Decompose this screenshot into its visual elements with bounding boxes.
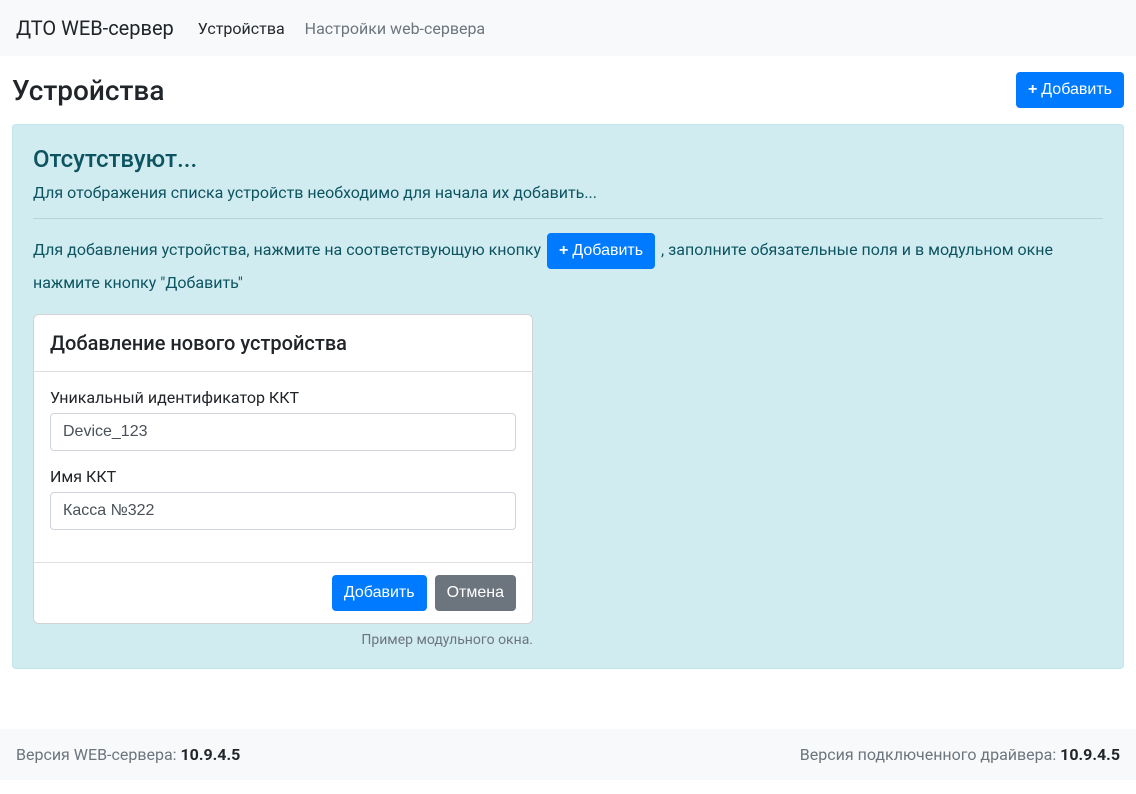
modal-card: Добавление нового устройства Уникальный … <box>33 314 533 624</box>
modal-example-figure: Добавление нового устройства Уникальный … <box>33 314 533 648</box>
alert-instruction: Для добавления устройства, нажмите на со… <box>33 233 1103 298</box>
navbar: ДТО WEB-сервер Устройства Настройки web-… <box>0 0 1136 56</box>
add-button-inline[interactable]: + Добавить <box>547 233 655 269</box>
modal-body: Уникальный идентификатор ККТ Имя ККТ <box>34 372 532 562</box>
instruction-before: Для добавления устройства, нажмите на со… <box>33 240 545 259</box>
modal-submit-button[interactable]: Добавить <box>332 575 427 611</box>
plus-icon: + <box>559 239 568 263</box>
alert-subtext: Для отображения списка устройств необход… <box>33 183 1103 202</box>
footer-driver-version: Версия подключенного драйвера: 10.9.4.5 <box>800 745 1120 764</box>
footer-web-value: 10.9.4.5 <box>180 745 240 764</box>
info-alert: Отсутствуют... Для отображения списка ус… <box>12 124 1124 669</box>
nav-link-devices[interactable]: Устройства <box>190 11 293 46</box>
main-content: Устройства + Добавить Отсутствуют... Для… <box>0 56 1136 669</box>
add-button-top-label: Добавить <box>1041 78 1112 102</box>
footer-web-label: Версия WEB-сервера: <box>16 745 180 764</box>
form-group-name: Имя ККТ <box>50 467 516 530</box>
field-id-label: Уникальный идентификатор ККТ <box>50 388 516 407</box>
footer-web-version: Версия WEB-сервера: 10.9.4.5 <box>16 745 240 764</box>
modal-cancel-button[interactable]: Отмена <box>435 575 516 611</box>
field-name-label: Имя ККТ <box>50 467 516 486</box>
footer-driver-label: Версия подключенного драйвера: <box>800 745 1060 764</box>
alert-heading: Отсутствуют... <box>33 145 1103 173</box>
modal-caption: Пример модульного окна. <box>33 624 533 648</box>
footer-driver-value: 10.9.4.5 <box>1060 745 1120 764</box>
nav-link-settings[interactable]: Настройки web-сервера <box>297 11 493 46</box>
add-button-inline-label: Добавить <box>572 239 643 263</box>
field-name-input[interactable] <box>50 492 516 530</box>
modal-footer: Добавить Отмена <box>34 562 532 623</box>
add-button-top[interactable]: + Добавить <box>1016 72 1124 108</box>
field-id-input[interactable] <box>50 413 516 451</box>
form-group-id: Уникальный идентификатор ККТ <box>50 388 516 451</box>
footer: Версия WEB-сервера: 10.9.4.5 Версия подк… <box>0 729 1136 780</box>
page-header: Устройства + Добавить <box>12 56 1124 124</box>
page-title: Устройства <box>12 74 164 107</box>
plus-icon: + <box>1028 78 1037 102</box>
modal-title: Добавление нового устройства <box>34 315 532 372</box>
navbar-brand[interactable]: ДТО WEB-сервер <box>16 16 190 40</box>
alert-divider <box>33 218 1103 219</box>
